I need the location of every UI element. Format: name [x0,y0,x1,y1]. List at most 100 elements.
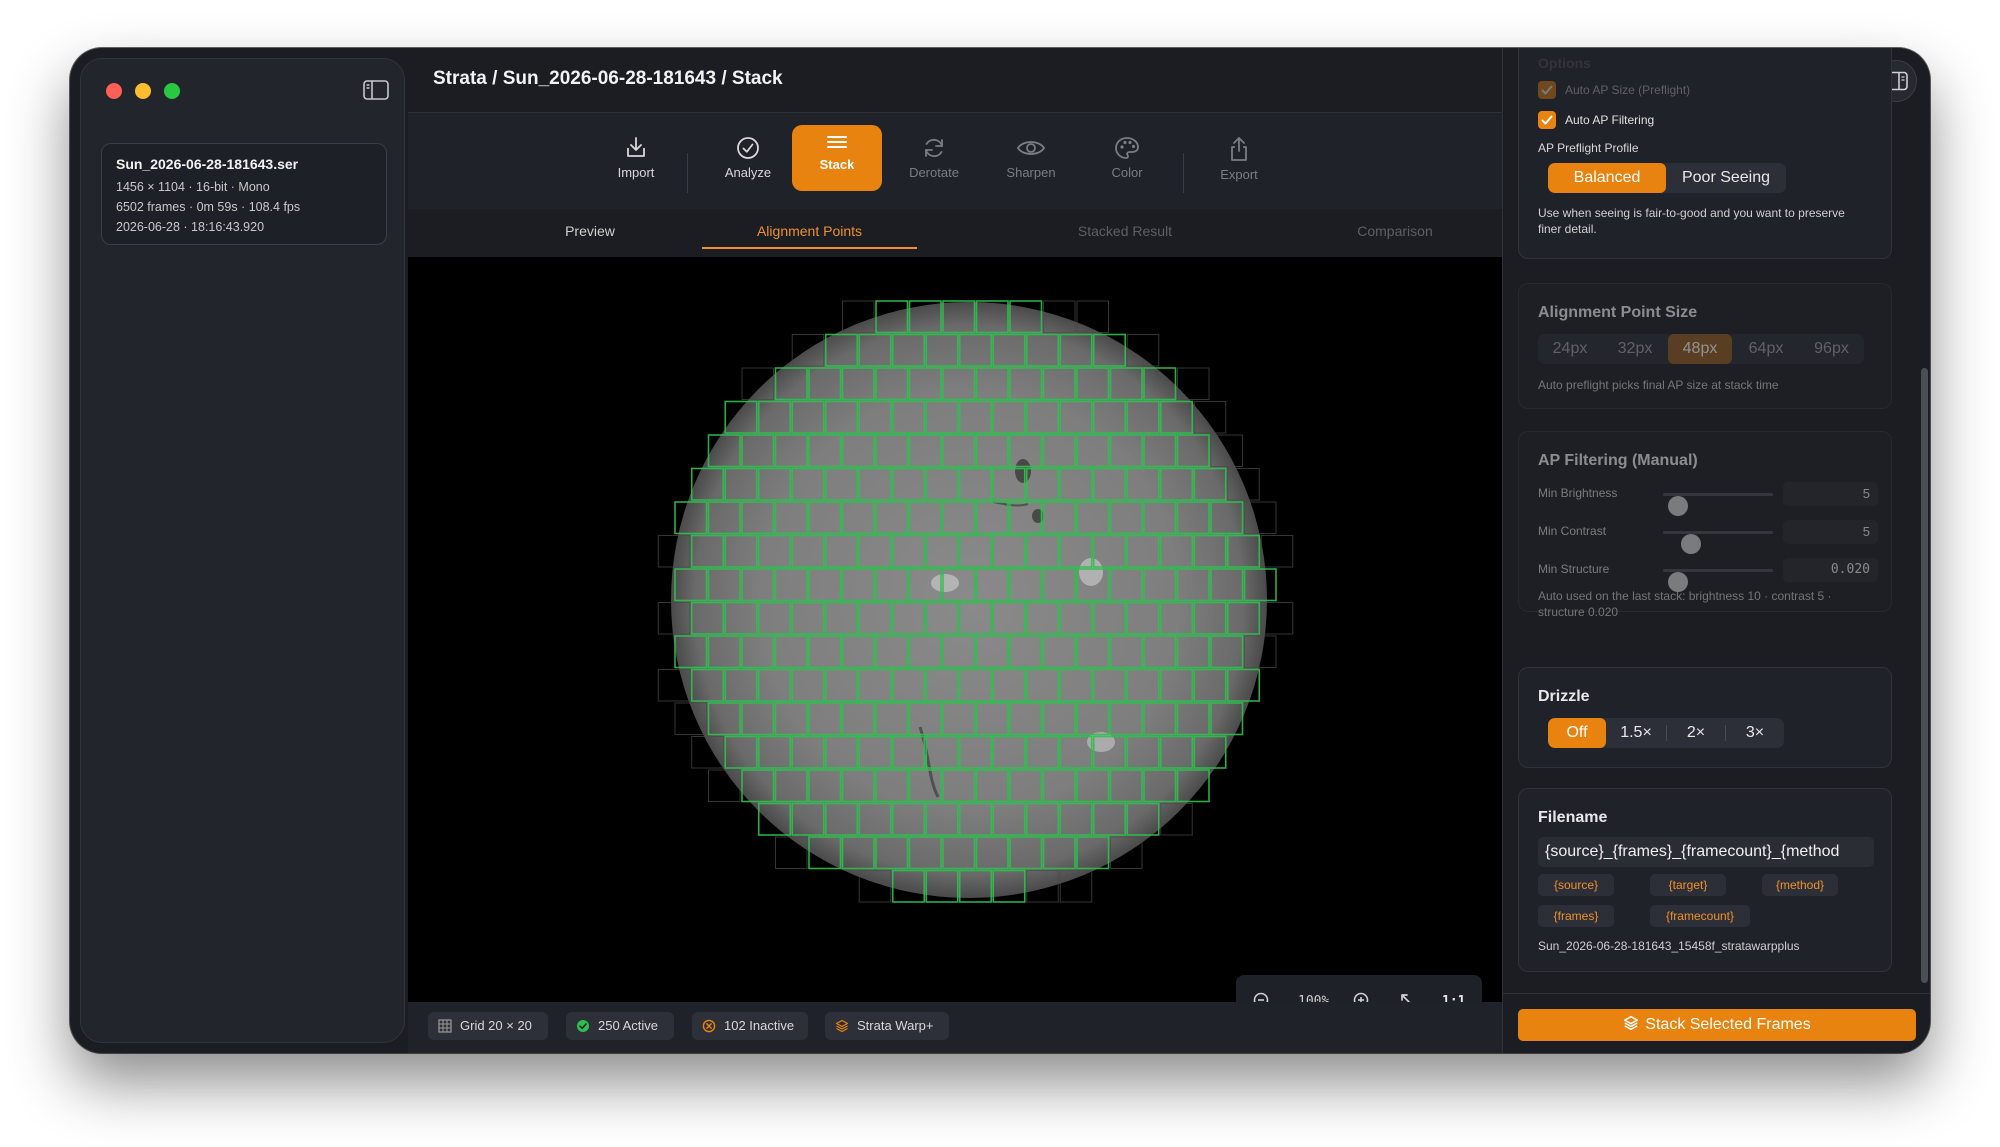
tab-preview[interactable]: Preview [455,209,725,257]
zoom-in-icon[interactable] [1352,991,1374,1002]
preflight-profile-selector: Balanced Poor Seeing [1548,163,1786,193]
ap-size-48-option[interactable]: 48px [1668,334,1732,364]
min-structure-value[interactable]: 0.020 [1783,558,1878,582]
stack-method-text: Strata Warp+ [857,1018,934,1033]
analyze-label: Analyze [724,165,772,180]
min-brightness-knob[interactable] [1667,496,1688,516]
zoom-out-icon[interactable] [1252,991,1274,1002]
file-name: Sun_2026-06-28-181643.ser [116,156,299,172]
export-button[interactable]: Export [1196,129,1282,195]
derotate-button[interactable]: Derotate [891,129,977,195]
min-brightness-label: Min Brightness [1538,486,1618,500]
auto-ap-size-checkbox[interactable] [1538,81,1556,99]
file-dimensions: 1456 × 1104 · 16-bit · Mono [116,180,270,194]
stack-selected-frames-button[interactable]: Stack Selected Frames [1518,1009,1916,1041]
fit-to-window-icon[interactable] [1398,991,1420,1002]
stack-method-badge: Strata Warp+ [825,1012,949,1040]
analyze-button[interactable]: Analyze [705,129,791,195]
checkmark-icon [1541,115,1553,125]
actual-size-button[interactable]: 1:1 [1442,994,1465,1002]
min-brightness-row: Min Brightness 5 [1538,482,1878,516]
min-contrast-row: Min Contrast 5 [1538,520,1878,554]
export-label: Export [1220,167,1258,182]
drizzle-2x-option[interactable]: 2× [1667,718,1725,748]
derotate-label: Derotate [909,165,959,180]
drizzle-card: Drizzle Off 1.5× 2× 3× [1518,667,1892,768]
auto-ap-filtering-checkbox[interactable] [1538,111,1556,129]
import-label: Import [617,165,655,180]
min-contrast-slider[interactable] [1663,531,1773,554]
filename-preview: Sun_2026-06-28-181643_15458f_stratawarpp… [1538,939,1800,953]
stack-label: Stack [819,157,855,172]
ap-filtering-title: AP Filtering (Manual) [1538,452,1698,469]
minimize-window-button[interactable] [135,83,151,99]
profile-poor-seeing-option[interactable]: Poor Seeing [1666,163,1786,193]
sidebar: Sun_2026-06-28-181643.ser 1456 × 1104 · … [80,58,405,1043]
tab-alignment-points[interactable]: Alignment Points [702,209,917,257]
ap-size-card: Alignment Point Size 24px 32px 48px 64px… [1518,283,1892,409]
profile-balanced-option[interactable]: Balanced [1548,163,1666,193]
color-button[interactable]: Color [1084,129,1170,195]
check-circle-icon [577,1020,589,1032]
zoom-controls: 100% 1:1 [1236,975,1482,1002]
min-brightness-slider[interactable] [1663,493,1773,516]
page-title: Strata / Sun_2026-06-28-181643 / Stack [433,68,783,89]
options-card: Options Auto AP Size (Preflight) Auto AP… [1518,48,1892,259]
ap-size-32-option[interactable]: 32px [1603,334,1667,364]
image-canvas[interactable]: 100% 1:1 [408,257,1502,1002]
grid-size-text: Grid 20 × 20 [460,1018,532,1033]
drizzle-off-option[interactable]: Off [1548,718,1606,748]
sharpen-button[interactable]: Sharpen [988,129,1074,195]
settings-panel: Options Auto AP Size (Preflight) Auto AP… [1502,48,1930,1053]
min-structure-row: Min Structure 0.020 [1538,558,1878,592]
import-button[interactable]: Import [593,129,679,195]
min-contrast-value[interactable]: 5 [1783,520,1878,544]
inactive-points-text: 102 Inactive [724,1018,795,1033]
close-window-button[interactable] [106,83,122,99]
min-structure-slider[interactable] [1663,569,1773,592]
tab-stacked-result[interactable]: Stacked Result [990,209,1260,257]
check-circle-icon [737,137,759,159]
layers-icon [835,1019,849,1033]
ap-size-title: Alignment Point Size [1538,304,1698,321]
inactive-points-badge: 102 Inactive [692,1012,808,1040]
auto-ap-size-label: Auto AP Size (Preflight) [1565,83,1691,97]
sun-image [657,300,1294,903]
filename-input[interactable]: {source}_{frames}_{framecount}_{method [1538,837,1874,867]
file-card[interactable]: Sun_2026-06-28-181643.ser 1456 × 1104 · … [101,143,387,245]
toolbar-separator [687,153,688,193]
active-points-text: 250 Active [598,1018,658,1033]
stack-button[interactable]: Stack [792,125,882,191]
token-frames[interactable]: {frames} [1538,905,1614,927]
auto-ap-filtering-label: Auto AP Filtering [1565,113,1655,127]
app-window: Sun_2026-06-28-181643.ser 1456 × 1104 · … [70,48,1930,1053]
import-icon [627,137,645,157]
drizzle-selector: Off 1.5× 2× 3× [1548,718,1784,748]
tab-bar: Preview Alignment Points Stacked Result … [408,209,1502,257]
file-timestamp: 2026-06-28 · 18:16:43.920 [116,220,265,234]
token-source[interactable]: {source} [1538,874,1614,896]
toolbar: Import Analyze Stack Derotate Sharpen Co… [408,113,1502,209]
filename-card: Filename {source}_{frames}_{framecount}_… [1518,788,1892,972]
ap-size-96-option[interactable]: 96px [1799,334,1864,364]
zoom-window-button[interactable] [164,83,180,99]
min-contrast-label: Min Contrast [1538,524,1607,538]
token-framecount[interactable]: {framecount} [1650,905,1750,927]
token-method[interactable]: {method} [1762,874,1838,896]
tab-comparison[interactable]: Comparison [1260,209,1530,257]
zoom-level: 100% [1298,994,1330,1002]
token-target[interactable]: {target} [1650,874,1726,896]
rotate-icon [925,138,943,158]
ap-size-64-option[interactable]: 64px [1734,334,1798,364]
filename-title: Filename [1538,809,1608,826]
alignment-point [1260,535,1294,568]
drizzle-1-5x-option[interactable]: 1.5× [1607,718,1665,748]
stack-lines-icon [827,136,847,148]
min-structure-label: Min Structure [1538,562,1610,576]
min-contrast-knob[interactable] [1681,534,1701,554]
drizzle-3x-option[interactable]: 3× [1726,718,1784,748]
min-brightness-value[interactable]: 5 [1783,482,1878,506]
ap-size-24-option[interactable]: 24px [1538,334,1602,364]
panel-scrollbar[interactable] [1921,368,1928,983]
sidebar-toggle-icon[interactable] [363,79,389,101]
